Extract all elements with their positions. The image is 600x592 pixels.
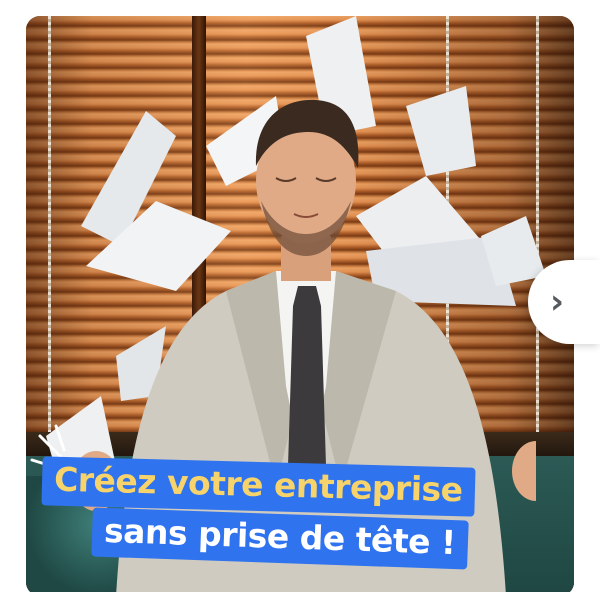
chevron-right-icon: › xyxy=(550,282,565,322)
image-carousel: Créez votre entreprise sans prise de têt… xyxy=(0,0,600,592)
page: Créez votre entreprise sans prise de têt… xyxy=(0,0,600,592)
